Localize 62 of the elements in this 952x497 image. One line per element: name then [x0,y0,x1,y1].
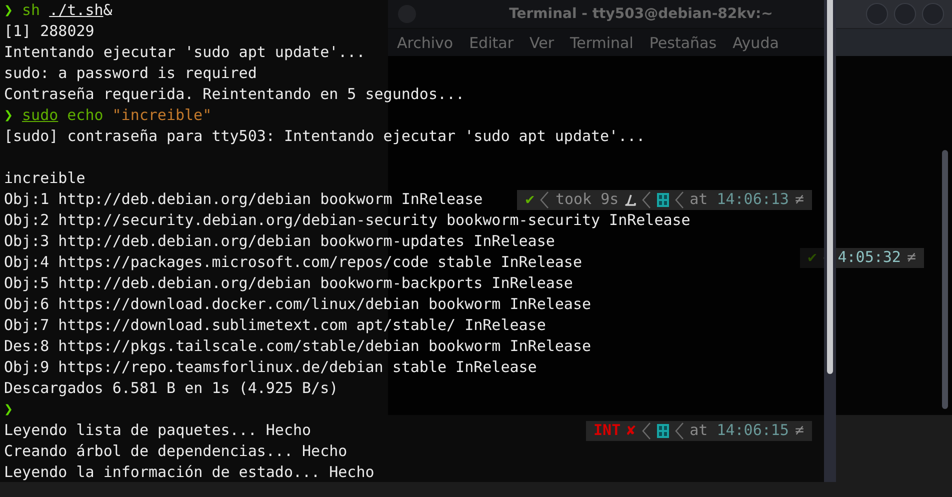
success-mark: ✔ [808,247,817,268]
prompt-symbol: ❯ [4,399,14,420]
output-line: Obj:6 https://download.docker.com/linux/debian bookworm InRelease [4,294,591,315]
output-line: increible [4,168,86,189]
output-line: [1] 288029 [4,21,94,42]
output-line: Leyendo la información de estado... Hecho [4,462,374,483]
menu-item[interactable]: Editar [469,34,514,52]
output-line: Leyendo lista de paquetes... Hecho [4,420,312,441]
menu-item[interactable]: Terminal [570,34,634,52]
output-line: Des:8 https://pkgs.tailscale.com/stable/debian bookworm InRelease [4,336,591,357]
menu-item[interactable]: Pestañas [649,34,717,52]
clock-time: 14:06:13 [716,189,789,210]
output-line: sudo: a password is required [4,63,257,84]
chevron-separator-icon [642,422,651,440]
scrollbar-thumb[interactable] [827,0,833,374]
command-text: sudo [22,105,58,126]
command-text: echo [67,105,104,126]
segment-end-mark: ≠ [794,189,804,210]
menu-item[interactable]: Ver [530,34,554,52]
minimize-button[interactable] [866,3,888,25]
command-text: sh [22,0,40,21]
close-button[interactable] [922,3,944,25]
output-line: Obj:3 http://deb.debian.org/debian bookworm-updates InRelease [4,231,555,252]
command-duration: took 9s [555,189,619,210]
chevron-separator-icon [540,190,550,208]
menu-item[interactable]: Archivo [397,34,454,52]
segment-end-mark: ≠ [906,247,916,268]
chevron-separator-icon [642,190,651,208]
grid-tile-icon [656,192,669,206]
output-line: Intentando ejecutar 'sudo apt update'... [4,42,366,63]
segment-end-mark: ≠ [794,420,804,441]
operator-text: & [103,0,112,21]
output-line: Obj:5 http://deb.debian.org/debian bookworm-backports InRelease [4,273,573,294]
exit-signal: INT [594,420,621,441]
output-line: Creando árbol de dependencias... Hecho [4,441,348,462]
clock-time: 4:05:32 [838,247,901,268]
output-line: Obj:1 http://deb.debian.org/debian bookworm InRelease [4,189,483,210]
output-line: Obj:2 http://security.debian.org/debian-security bookworm-security InRelease [4,210,690,231]
maximize-button[interactable] [894,3,916,25]
output-line: Obj:7 https://download.sublimetext.com apt/stable/ InRelease [4,315,546,336]
grid-tile-icon [656,424,669,438]
prompt-symbol: ❯ [4,0,14,21]
path-argument: ./t.sh [49,0,104,21]
time-label: at [690,189,708,210]
scrollbar-track[interactable] [824,0,836,482]
prompt-symbol: ❯ [4,105,14,126]
success-mark: ✔ [525,189,534,210]
output-line: Obj:4 https://packages.microsoft.com/repos/code stable InRelease [4,252,582,273]
scrollbar-thumb[interactable] [942,150,948,409]
menu-item[interactable]: Ayuda [732,34,779,52]
chevron-separator-icon [674,422,684,440]
chevron-separator-icon [674,190,684,208]
output-line: Contraseña requerida. Reintentando en 5 segundos... [4,84,465,105]
output-line: Descargados 6.581 B en 1s (4.925 B/s) [4,378,338,399]
failure-mark: ✘ [626,420,636,441]
clock-time: 14:06:15 [716,420,789,441]
time-label: at [690,420,708,441]
string-argument: "increible" [112,105,212,126]
window-title: Terminal - tty503@debian-82kv:~ [509,6,773,22]
output-line: Obj:9 https://repo.teamsforlinux.de/debian stable InRelease [4,357,537,378]
output-line: [sudo] contraseña para tty503: Intentando ejecutar 'sudo apt update'... [4,126,646,147]
script-letter-icon [624,194,636,206]
